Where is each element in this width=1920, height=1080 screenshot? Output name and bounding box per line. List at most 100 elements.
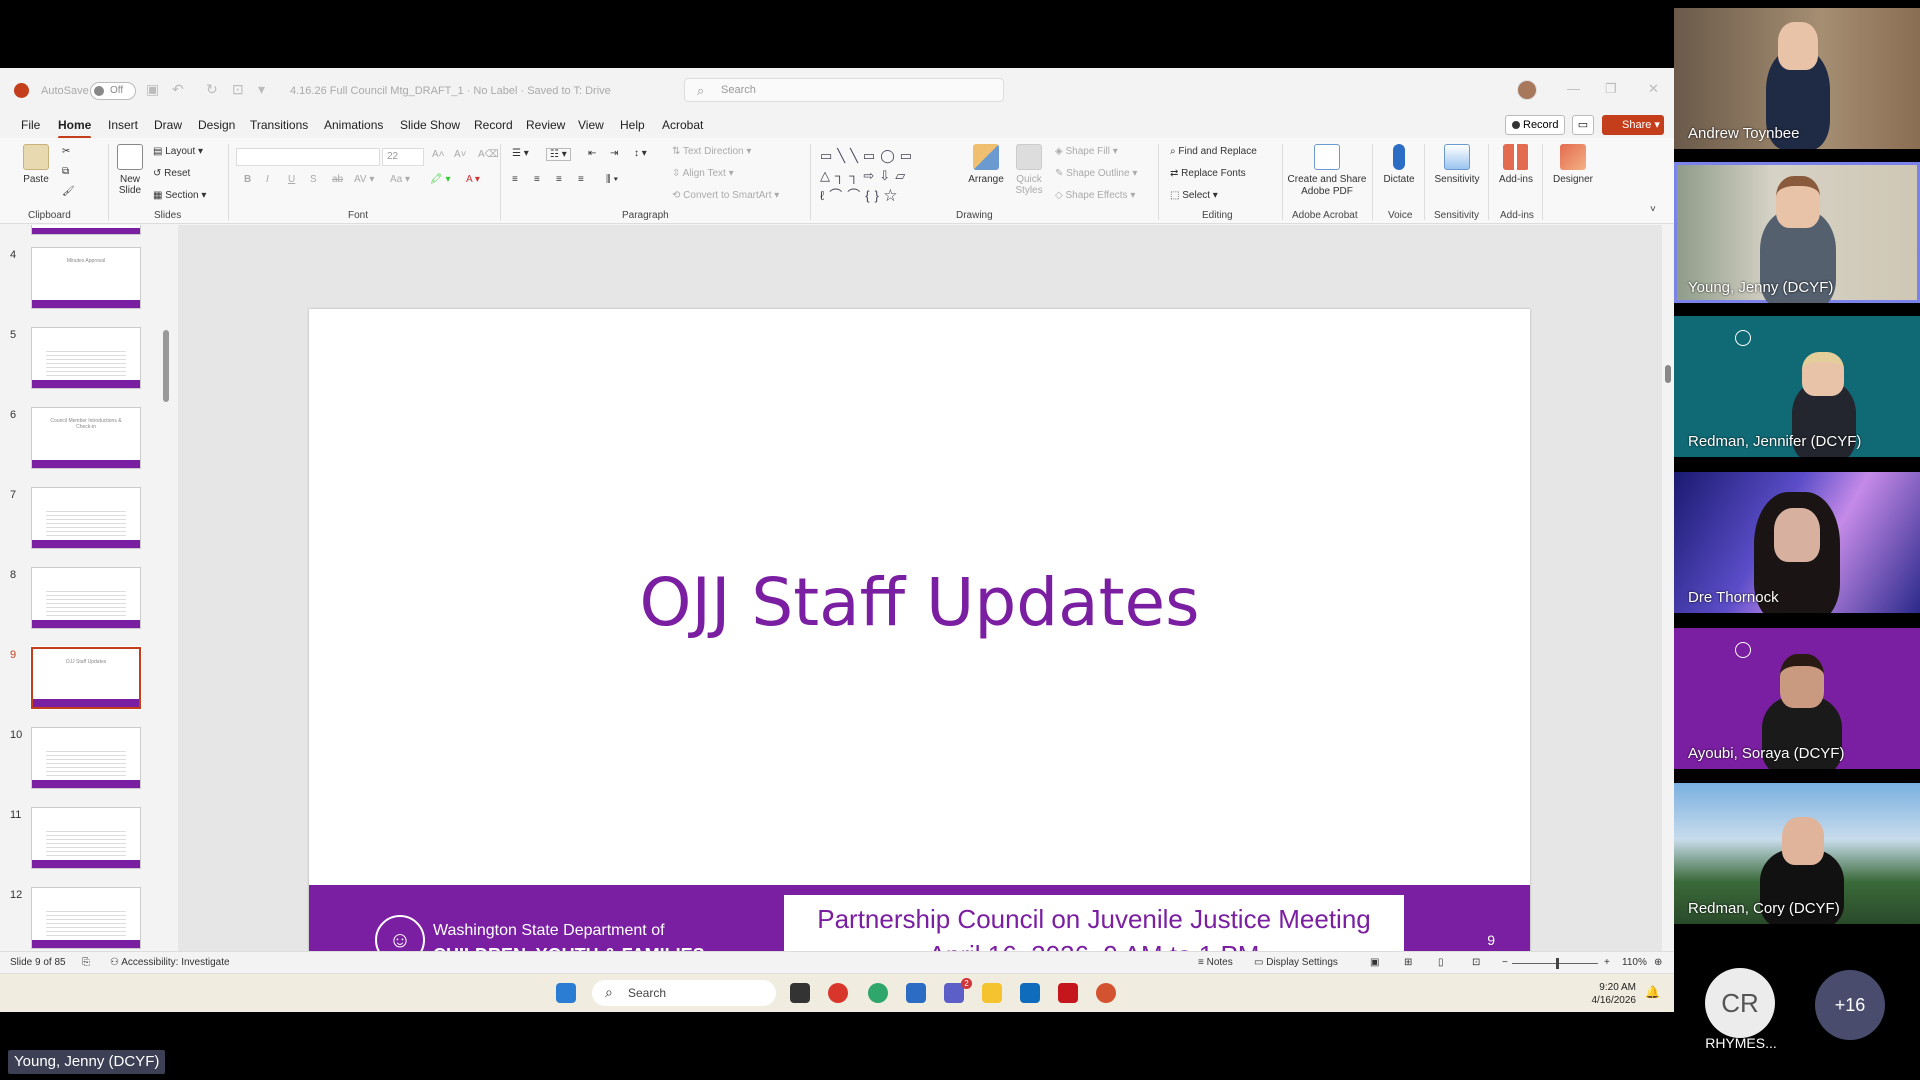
participant-avatar[interactable]: CR [1705,968,1775,1038]
tab-draw[interactable]: Draw [154,118,182,132]
paste-button[interactable]: Paste [20,144,52,185]
shape-effects-button[interactable]: ◇ Shape Effects ▾ [1055,190,1135,201]
decrease-font-icon[interactable]: A˅ [454,149,467,160]
create-share-pdf-button[interactable]: Create and Share Adobe PDF [1286,144,1368,198]
reset-button[interactable]: ↺ Reset [153,168,190,179]
slide-thumbnail[interactable] [31,807,141,869]
convert-smartart-button[interactable]: ⟲ Convert to SmartArt ▾ [672,190,779,201]
redo-icon[interactable]: ↻ [206,81,218,98]
underline-icon[interactable]: U [288,174,295,185]
text-direction-button[interactable]: ⇅ Text Direction ▾ [672,146,751,157]
current-slide[interactable]: OJJ Staff Updates ☺ Washington State Dep… [309,309,1530,995]
clear-format-icon[interactable]: A⌫ [478,149,499,160]
find-replace-button[interactable]: ⌕ Find and Replace [1170,146,1257,157]
tab-file[interactable]: File [21,118,40,132]
share-button[interactable]: Share ▾ [1602,115,1664,135]
system-clock[interactable]: 9:20 AM 4/16/2026 [1580,981,1637,1007]
font-size-combo[interactable]: 22 [382,148,424,166]
task-view-icon[interactable] [790,983,810,1003]
search-box[interactable]: ⌕ Search [684,78,1004,102]
app-icon-red[interactable] [828,983,848,1003]
tab-slide-show[interactable]: Slide Show [400,118,460,132]
tab-transitions[interactable]: Transitions [250,118,308,132]
maximize-icon[interactable]: ❐ [1605,81,1617,97]
participant-tile-speaking[interactable]: Young, Jenny (DCYF) [1674,162,1920,303]
align-text-button[interactable]: ⇳ Align Text ▾ [672,168,734,179]
outlook-icon[interactable] [1020,983,1040,1003]
slide-thumbnail[interactable] [31,567,141,629]
spelling-icon[interactable]: ⎘ [82,957,90,968]
autosave-toggle[interactable]: Off [90,82,136,100]
tab-view[interactable]: View [578,118,604,132]
italic-icon[interactable]: I [266,174,269,185]
slide-thumbnail[interactable] [31,487,141,549]
strikethrough-icon[interactable]: ab [332,174,343,185]
change-case-icon[interactable]: Aa ▾ [390,174,410,185]
font-color-icon[interactable]: A ▾ [466,174,480,185]
copy-icon[interactable]: ⧉ [62,166,69,177]
display-settings-button[interactable]: ▭ Display Settings [1254,957,1338,968]
account-avatar[interactable] [1517,80,1537,100]
participant-tile[interactable]: Dre Thornock [1674,472,1920,613]
increase-font-icon[interactable]: A˄ [432,149,445,160]
save-icon[interactable]: ▣ [146,81,159,98]
tab-design[interactable]: Design [198,118,235,132]
designer-button[interactable]: Designer [1548,144,1598,185]
participant-tile[interactable]: Andrew Toynbee [1674,8,1920,149]
more-participants-button[interactable]: +16 [1815,970,1885,1040]
windows-start-icon[interactable] [556,983,576,1003]
font-name-combo[interactable] [236,148,380,166]
zoom-in-icon[interactable]: + [1604,957,1610,968]
dictate-button[interactable]: Dictate [1378,144,1420,185]
minimize-icon[interactable]: — [1567,81,1580,96]
slide-sorter-icon[interactable]: ⊞ [1404,957,1412,968]
undo-icon[interactable]: ↶ [172,81,184,98]
participant-tile[interactable]: Redman, Cory (DCYF) [1674,783,1920,924]
arrange-button[interactable]: Arrange [968,144,1004,185]
zoom-level[interactable]: 110% [1622,957,1647,968]
slide-thumbnail[interactable]: Minutes Approval [31,247,141,309]
zoom-slider-knob[interactable] [1556,958,1559,969]
document-name[interactable]: 4.16.26 Full Council Mtg_DRAFT_1 · No La… [290,85,611,97]
powerpoint-taskbar-icon[interactable] [1096,983,1116,1003]
decrease-indent-icon[interactable]: ⇤ [588,148,596,159]
shape-fill-button[interactable]: ◈ Shape Fill ▾ [1055,146,1118,157]
file-explorer-icon[interactable] [982,983,1002,1003]
present-icon[interactable]: ⊡ [232,81,244,98]
bold-icon[interactable]: B [244,174,251,185]
char-spacing-icon[interactable]: AV ▾ [354,174,374,185]
record-button[interactable]: Record [1505,115,1565,135]
zoom-out-icon[interactable]: − [1502,957,1508,968]
align-left-icon[interactable]: ≡ [512,174,518,185]
tab-home[interactable]: Home [58,118,92,139]
line-spacing-icon[interactable]: ↕ ▾ [634,148,647,159]
sensitivity-button[interactable]: Sensitivity [1430,144,1484,185]
slide-thumbnail[interactable]: Council Member Introductions & Check-in [31,407,141,469]
comments-icon[interactable]: ▭ [1572,115,1594,135]
cut-icon[interactable]: ✂ [62,146,70,157]
normal-view-icon[interactable]: ▣ [1370,957,1379,968]
align-center-icon[interactable]: ≡ [534,174,540,185]
quick-styles-button[interactable]: Quick Styles [1012,144,1046,196]
participant-tile[interactable]: Ayoubi, Soraya (DCYF) [1674,628,1920,769]
close-icon[interactable]: ✕ [1648,81,1659,97]
edge-icon[interactable] [868,983,888,1003]
justify-icon[interactable]: ≡ [578,174,584,185]
align-right-icon[interactable]: ≡ [556,174,562,185]
accessibility-status[interactable]: ⚇ Accessibility: Investigate [110,957,230,968]
increase-indent-icon[interactable]: ⇥ [610,148,618,159]
reading-view-icon[interactable]: ▯ [1438,957,1444,968]
collapse-ribbon-icon[interactable]: ˅ [1650,204,1656,215]
slide-title[interactable]: OJJ Staff Updates [309,564,1530,641]
select-button[interactable]: ⬚ Select ▾ [1170,190,1218,201]
notes-button[interactable]: ≡ Notes [1198,957,1233,968]
format-painter-icon[interactable]: 🖌 [62,186,75,197]
participant-tile[interactable]: Redman, Jennifer (DCYF) [1674,316,1920,457]
tab-review[interactable]: Review [526,118,565,132]
editor-scrollbar[interactable] [1662,225,1674,951]
new-slide-button[interactable]: New Slide [112,144,148,196]
slide-thumbnail[interactable] [31,887,141,949]
taskbar-search[interactable]: ⌕ Search [592,980,776,1006]
columns-icon[interactable]: ⫼ ▾ [606,174,618,185]
partial-thumbnail[interactable] [31,225,141,235]
